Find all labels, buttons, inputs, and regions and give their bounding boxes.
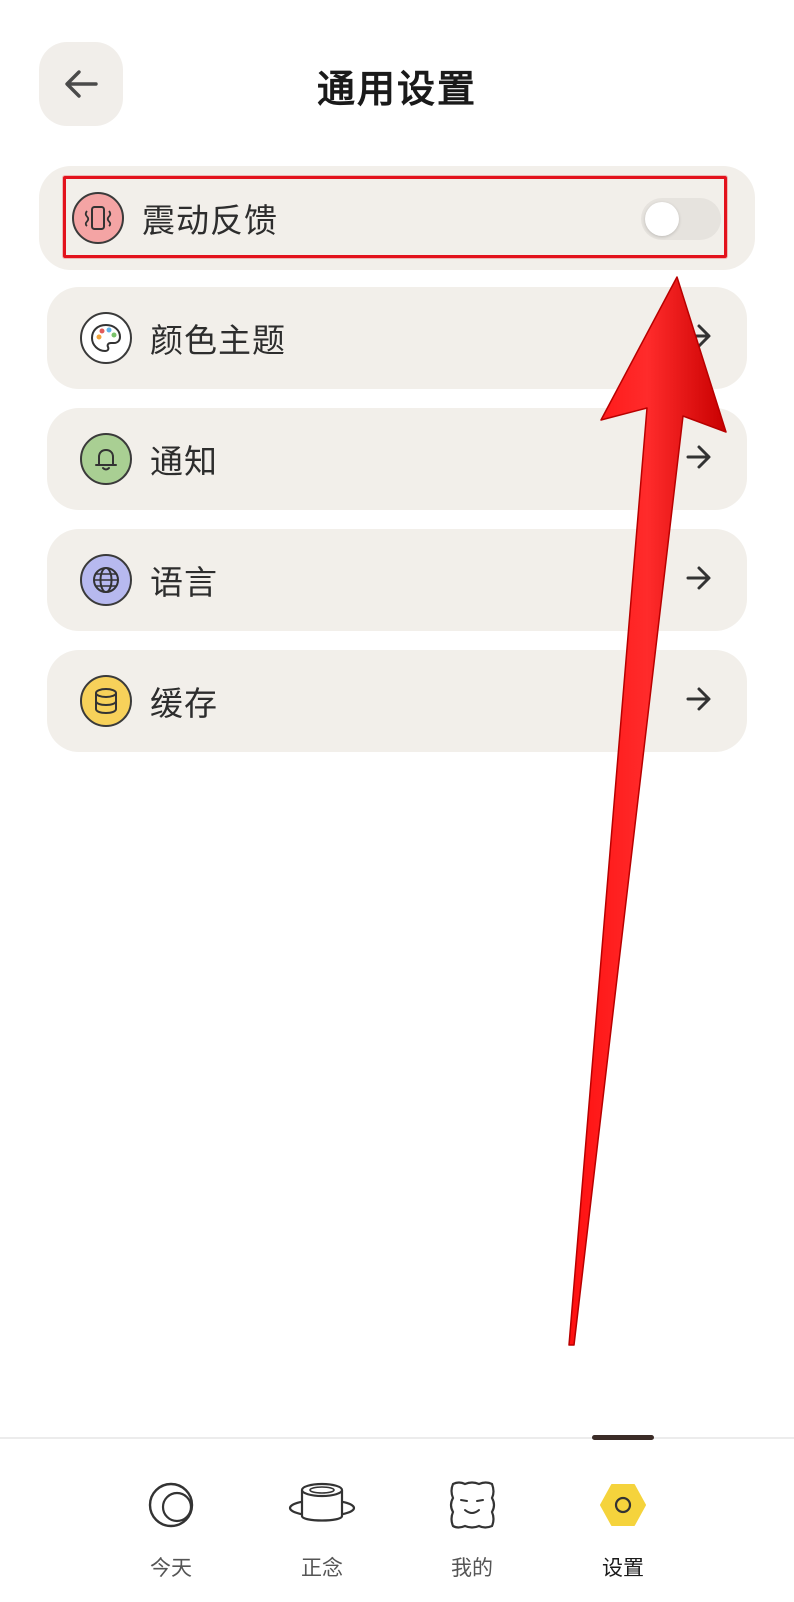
database-icon	[80, 675, 132, 727]
arrow-right-icon	[686, 324, 711, 348]
setting-color-theme-card[interactable]: 颜色主题	[47, 287, 747, 389]
tab-mindfulness[interactable]: 正念	[262, 1439, 382, 1602]
setting-label-cache: 缓存	[150, 684, 218, 723]
arrow-right-icon	[686, 445, 711, 469]
highlight-annotation-box	[63, 176, 727, 258]
setting-label-language: 语言	[150, 563, 218, 602]
arrow-right-icon	[686, 687, 711, 711]
tab-label-today: 今天	[150, 1556, 192, 1580]
tab-label-mindfulness: 正念	[301, 1556, 343, 1580]
hexagon-icon	[587, 1473, 659, 1537]
drum-icon	[286, 1473, 358, 1537]
moon-circle-icon	[135, 1473, 207, 1537]
arrow-right-icon	[686, 566, 711, 590]
setting-language-card[interactable]: 语言	[47, 529, 747, 631]
smiley-face-icon	[436, 1473, 508, 1537]
setting-label-color-theme: 颜色主题	[150, 321, 286, 360]
bottom-navigation: 今天 正念 我的 设置	[0, 1435, 794, 1602]
page-title: 通用设置	[316, 67, 477, 111]
tab-label-mine: 我的	[451, 1556, 493, 1580]
tab-settings[interactable]: 设置	[563, 1439, 683, 1602]
tab-label-settings: 设置	[602, 1556, 644, 1580]
setting-notification-card[interactable]: 通知	[47, 408, 747, 510]
tab-mine[interactable]: 我的	[412, 1439, 532, 1602]
bell-icon	[80, 433, 132, 485]
setting-label-notification: 通知	[150, 442, 218, 481]
tab-today[interactable]: 今天	[111, 1439, 231, 1602]
setting-cache-card[interactable]: 缓存	[47, 650, 747, 752]
globe-icon	[80, 554, 132, 606]
palette-icon	[80, 312, 132, 364]
